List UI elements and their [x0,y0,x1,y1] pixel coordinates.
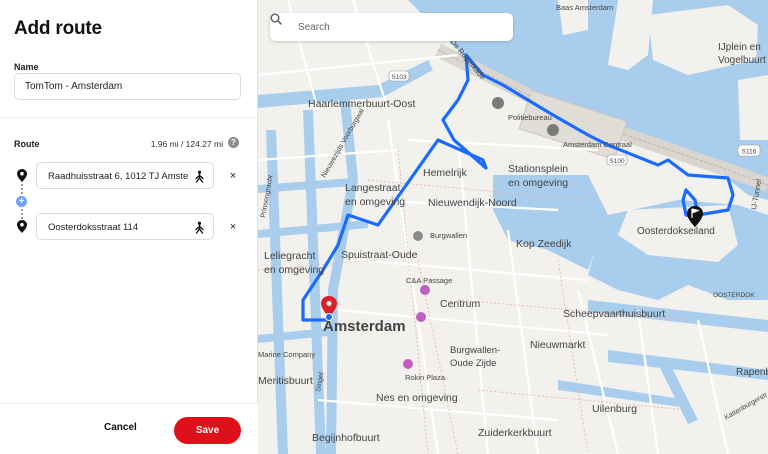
save-button[interactable]: Save [174,417,241,444]
street-label: Kattenburgerstr [724,391,768,422]
help-icon[interactable]: ? [228,137,239,148]
city-label: Amsterdam [323,318,406,335]
district-label: Centrum [440,298,481,310]
name-label: Name [14,62,39,72]
district-label: en omgeving [508,177,568,189]
poi-label: C&A Passage [406,276,452,285]
route-connector [21,184,23,194]
district-label: IJplein en [718,42,761,53]
route-distance: 1.96 mi / 124.27 mi [150,139,223,149]
district-label: Rapenb [736,367,768,378]
map-pin-icon [17,169,27,182]
svg-text:S103: S103 [391,74,407,81]
district-label: Zuiderkerkbuurt [478,427,552,439]
remove-stop-icon[interactable]: × [228,222,238,233]
destination-stop-text: Oosterdoksstraat 114 [48,222,139,233]
district-label: Hemelrijk [423,167,468,179]
map-view[interactable]: S103 S100 S116 Haarlemmerbuurt-Oost Heme… [258,0,768,454]
route-name-input[interactable] [14,73,241,100]
destination-stop-field[interactable]: Oosterdoksstraat 114 [36,213,214,240]
shopping-icon [416,312,426,322]
svg-text:S100: S100 [609,158,625,165]
district-label: Oude Zijde [450,358,496,369]
road-shield: S103 [388,70,410,82]
train-station-icon [547,124,559,136]
district-label: Leliegracht [264,250,315,262]
district-label: Stationsplein [508,163,568,175]
map-pin-icon [17,220,27,233]
road-shield: S116 [737,144,761,157]
shopping-icon [403,359,413,369]
poi-label: Baas Amsterdam [556,3,613,12]
cancel-button[interactable]: Cancel [104,422,137,433]
street-label: Burgwallen [430,231,467,240]
pedestrian-icon[interactable] [193,221,206,234]
district-label: Nieuwmarkt [530,339,586,351]
district-label: en omgeving [345,196,405,208]
poi-label: Rokin Plaza [405,373,446,382]
route-connector [21,209,23,219]
district-label: Haarlemmerbuurt-Oost [308,98,415,110]
road-shield: S100 [606,154,628,166]
water-label: OOSTERDOK [713,292,755,299]
district-label: Vogelbuurt [718,55,766,66]
search-icon [270,13,282,25]
svg-text:S116: S116 [742,149,757,156]
search-input[interactable] [298,18,498,36]
remove-stop-icon[interactable]: × [228,171,238,182]
district-label: Uilenburg [592,403,637,415]
route-label: Route [14,139,40,149]
district-label: Scheepvaarthuisbuurt [563,308,665,320]
harbor-water [493,175,608,270]
panel-title: Add route [14,18,102,39]
poi-label: Marine Company [258,350,315,359]
add-stop-button[interactable]: + [16,196,27,207]
district-label: Nes en omgeving [376,392,458,404]
map-land [738,75,768,140]
district-label: Meritisbuurt [258,375,313,387]
district-label: Kop Zeedijk [516,238,572,250]
police-icon [492,97,504,109]
add-route-panel: Add route Name Route 1.96 mi / 124.27 mi… [0,0,258,454]
origin-stop-text: Raadhuisstraat 6, 1012 TJ Amsterd [48,171,188,182]
district-label: Oosterdokseiland [637,226,715,237]
map-canvas[interactable]: S103 S100 S116 Haarlemmerbuurt-Oost Heme… [258,0,768,454]
district-label: Langestraat [345,182,401,194]
poi-icon [413,231,423,241]
district-label: Begijnhofbuurt [312,432,380,444]
district-label: Spuistraat-Oude [341,249,418,261]
pedestrian-icon[interactable] [193,170,206,183]
poi-label: Politiebureau [508,113,552,122]
district-label: en omgeving [264,264,324,276]
district-label: Nieuwendijk-Noord [428,197,517,209]
origin-stop-field[interactable]: Raadhuisstraat 6, 1012 TJ Amsterd [36,162,214,189]
poi-label: Amsterdam Centraal [563,140,632,149]
section-divider [0,117,258,118]
panel-footer: Cancel Save [0,403,258,454]
map-search-bar[interactable] [270,13,513,41]
district-label: Burgwallen- [450,345,500,356]
shopping-icon [420,285,430,295]
